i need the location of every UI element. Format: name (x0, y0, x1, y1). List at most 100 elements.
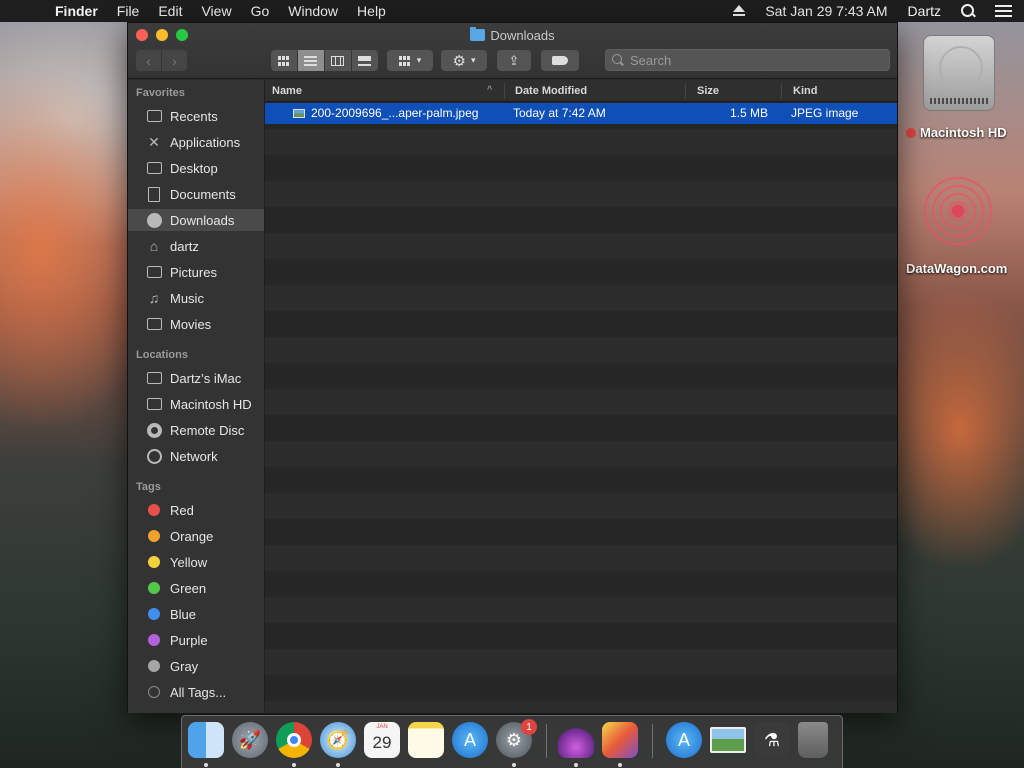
column-header-kind[interactable]: Kind (793, 85, 817, 97)
image-file-dock-icon[interactable] (710, 727, 746, 753)
column-divider[interactable] (685, 83, 686, 99)
running-indicator (292, 763, 296, 767)
table-row[interactable]: 200-2009696_...aper-palm.jpeg Today at 7… (265, 103, 897, 124)
gray-tag-icon (148, 660, 160, 672)
menubar-clock[interactable]: Sat Jan 29 7:43 AM (765, 3, 887, 19)
sidebar-tag-purple[interactable]: Purple (128, 629, 264, 651)
menu-app-name[interactable]: Finder (55, 3, 98, 19)
applications-folder-dock-icon[interactable]: A (666, 722, 702, 758)
safari-dock-icon[interactable]: 🧭 (320, 722, 356, 758)
macintosh-hd-desktop-label[interactable]: Macintosh HD (906, 125, 1007, 140)
calendar-month: JAN (376, 724, 388, 730)
spotlight-search-icon[interactable] (961, 4, 975, 18)
blue-tag-icon (148, 608, 160, 620)
sidebar-tag-green[interactable]: Green (128, 577, 264, 599)
back-button[interactable]: ‹ (136, 50, 161, 71)
sidebar-item-remote-disc[interactable]: Remote Disc (128, 419, 264, 441)
sidebar-item-documents[interactable]: Documents (128, 183, 264, 205)
eject-icon[interactable] (732, 5, 746, 17)
macintosh-hd-desktop-icon[interactable] (923, 35, 995, 111)
column-header-name[interactable]: Name (272, 85, 302, 97)
window-titlebar[interactable]: Downloads ‹ › ▾ ⚙ ▾ ⇪ Search (128, 23, 897, 79)
edit-tags-button[interactable] (541, 50, 579, 71)
running-indicator (204, 763, 208, 767)
action-button[interactable]: ⚙ ▾ (441, 50, 487, 71)
sidebar-tag-orange[interactable]: Orange (128, 525, 264, 547)
sidebar-item-movies[interactable]: Movies (128, 313, 264, 335)
sidebar-item-pictures[interactable]: Pictures (128, 261, 264, 283)
sidebar-item-applications[interactable]: ✕ Applications (128, 131, 264, 153)
launchpad-dock-icon[interactable]: 🚀 (232, 722, 268, 758)
icon-view-button[interactable] (270, 50, 297, 71)
chevron-down-icon: ▾ (416, 55, 422, 65)
disc-icon (146, 422, 162, 438)
menu-edit[interactable]: Edit (158, 3, 182, 19)
sidebar-tag-yellow[interactable]: Yellow (128, 551, 264, 573)
documents-icon (146, 186, 162, 202)
imac-icon (146, 370, 162, 386)
sidebar-item-recents[interactable]: Recents (128, 105, 264, 127)
home-icon: ⌂ (149, 238, 159, 254)
finder-window: Downloads ‹ › ▾ ⚙ ▾ ⇪ Search Favorites R… (127, 22, 898, 713)
film-icon (146, 316, 162, 332)
installer-dock-icon[interactable] (558, 722, 594, 758)
file-size: 1.5 MB (730, 106, 769, 120)
column-header-date[interactable]: Date Modified (515, 85, 587, 97)
sidebar-item-music[interactable]: ♫ Music (128, 287, 264, 309)
search-placeholder: Search (630, 52, 672, 68)
sidebar-item-desktop[interactable]: Desktop (128, 157, 264, 179)
grapher-dock-icon[interactable] (602, 722, 638, 758)
list-view-button[interactable] (297, 50, 324, 71)
menu-window[interactable]: Window (288, 3, 338, 19)
columns-icon (331, 55, 344, 66)
trash-dock-icon[interactable] (798, 722, 828, 758)
gallery-view-button[interactable] (351, 50, 378, 71)
file-date: Today at 7:42 AM (513, 106, 606, 120)
running-indicator (618, 763, 622, 767)
sidebar: Favorites Recents ✕ Applications Desktop… (128, 80, 265, 713)
column-divider[interactable] (504, 83, 505, 99)
sidebar-all-tags[interactable]: All Tags... (128, 681, 264, 703)
notification-center-icon[interactable] (995, 5, 1012, 17)
column-view-button[interactable] (324, 50, 351, 71)
column-header-size[interactable]: Size (697, 85, 719, 97)
system-preferences-dock-icon[interactable]: ⚙ 1 (496, 719, 537, 758)
sidebar-item-imac[interactable]: Dartz’s iMac (128, 367, 264, 389)
calendar-day: 29 (372, 733, 392, 752)
column-divider[interactable] (781, 83, 782, 99)
tag-icon (552, 56, 568, 65)
datawagon-desktop-icon[interactable] (922, 176, 994, 246)
menubar-user[interactable]: Dartz (908, 3, 941, 19)
sidebar-item-network[interactable]: Network (128, 445, 264, 467)
finder-dock-icon[interactable] (188, 722, 224, 758)
window-title: Downloads (128, 27, 897, 43)
menu-go[interactable]: Go (251, 3, 270, 19)
grid-icon (277, 55, 290, 66)
sidebar-tag-red[interactable]: Red (128, 499, 264, 521)
menu-view[interactable]: View (201, 3, 231, 19)
dock-separator (652, 724, 653, 758)
menu-help[interactable]: Help (357, 3, 386, 19)
forward-button[interactable]: › (162, 50, 187, 71)
purple-tag-icon (148, 634, 160, 646)
chevron-down-icon: ▾ (470, 55, 476, 65)
app-store-dock-icon[interactable]: A (452, 722, 488, 758)
datawagon-desktop-label[interactable]: DataWagon.com (906, 261, 1007, 276)
sidebar-item-downloads[interactable]: Downloads (128, 209, 264, 231)
search-input[interactable]: Search (605, 49, 890, 71)
sidebar-item-dartz[interactable]: ⌂ dartz (128, 235, 264, 257)
sidebar-heading-tags: Tags (136, 481, 161, 493)
sidebar-heading-favorites: Favorites (136, 87, 185, 99)
notes-dock-icon[interactable] (408, 722, 444, 758)
calendar-dock-icon[interactable]: JAN 29 (364, 722, 400, 758)
menu-file[interactable]: File (117, 3, 140, 19)
sidebar-tag-blue[interactable]: Blue (128, 603, 264, 625)
sidebar-item-macintosh-hd[interactable]: Macintosh HD (128, 393, 264, 415)
sidebar-tag-gray[interactable]: Gray (128, 655, 264, 677)
chrome-dock-icon[interactable] (276, 722, 312, 758)
arrange-button[interactable]: ▾ (387, 50, 433, 71)
share-button[interactable]: ⇪ (497, 50, 531, 71)
downloads-stack-dock-icon[interactable]: ⚗ (754, 722, 790, 758)
file-rows[interactable]: 200-2009696_...aper-palm.jpeg Today at 7… (265, 103, 897, 713)
music-note-icon: ♫ (148, 290, 160, 306)
